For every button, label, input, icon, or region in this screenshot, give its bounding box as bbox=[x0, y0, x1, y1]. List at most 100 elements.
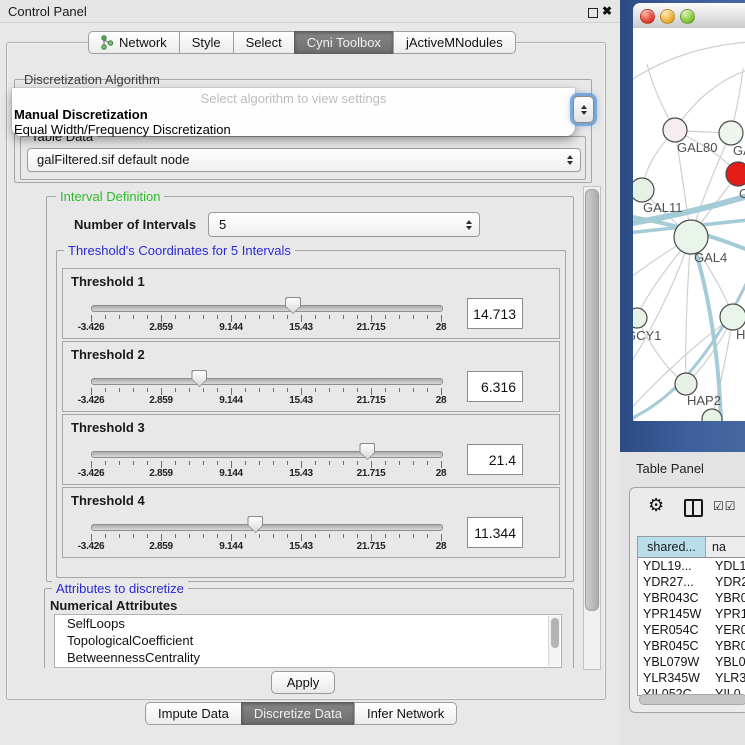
tab-style[interactable]: Style bbox=[179, 31, 234, 54]
tick bbox=[175, 388, 176, 392]
tab-select-label: Select bbox=[246, 32, 282, 53]
threshold-value-field-4[interactable]: 11.344 bbox=[467, 517, 523, 548]
attribute-item-topologicalcoefficient[interactable]: TopologicalCoefficient bbox=[55, 632, 561, 649]
node-hap2[interactable] bbox=[675, 373, 697, 395]
tick bbox=[287, 461, 288, 465]
tick bbox=[315, 461, 316, 465]
attributes-scrollbar[interactable] bbox=[548, 616, 560, 666]
scale-label: 28 bbox=[436, 322, 447, 333]
cell-shared-name: YPR145W bbox=[638, 606, 709, 622]
node-gal4[interactable] bbox=[674, 220, 708, 254]
tab-infer-network[interactable]: Infer Network bbox=[354, 702, 457, 725]
scale-label: 15.43 bbox=[289, 395, 313, 406]
threshold-slider-track-1[interactable] bbox=[91, 305, 443, 312]
scale-label: -3.426 bbox=[78, 541, 105, 552]
table-data-combo[interactable]: galFiltered.sif default node bbox=[27, 148, 581, 172]
tick bbox=[203, 461, 204, 465]
table-data-value: galFiltered.sif default node bbox=[37, 149, 189, 171]
table-row[interactable]: YLR345WYLR3 bbox=[638, 670, 745, 686]
tick bbox=[161, 315, 162, 322]
threshold-slider-track-4[interactable] bbox=[91, 524, 443, 531]
tick bbox=[245, 461, 246, 465]
table-row[interactable]: YBR045CYBR0 bbox=[638, 638, 745, 654]
threshold-value-field-1[interactable]: 14.713 bbox=[467, 298, 523, 329]
table-row[interactable]: YDL19...YDL1 bbox=[638, 558, 745, 574]
column-header-shared-name[interactable]: shared... bbox=[638, 537, 706, 557]
attribute-item-selfloops[interactable]: SelfLoops bbox=[55, 615, 561, 632]
tick bbox=[189, 388, 190, 392]
close-icon[interactable]: ✖ bbox=[602, 4, 612, 18]
cell-shared-name: YER054C bbox=[638, 622, 709, 638]
table-row[interactable]: YPR145WYPR1 bbox=[638, 606, 745, 622]
attribute-item-betweennesscentrality[interactable]: BetweennessCentrality bbox=[55, 649, 561, 666]
tick bbox=[105, 315, 106, 319]
attributes-scrollbar-thumb[interactable] bbox=[551, 618, 559, 648]
tick bbox=[133, 388, 134, 392]
table-row[interactable]: YDR27...YDR2 bbox=[638, 574, 745, 590]
threshold-value-field-2[interactable]: 6.316 bbox=[467, 371, 523, 402]
table-row[interactable]: YER054CYER0 bbox=[638, 622, 745, 638]
tick bbox=[203, 315, 204, 319]
panel-scrollbar-thumb[interactable] bbox=[585, 189, 599, 611]
threshold-slider-track-2[interactable] bbox=[91, 378, 443, 385]
node-gal80[interactable] bbox=[663, 118, 687, 142]
tab-jactivemnodules[interactable]: jActiveMNodules bbox=[393, 31, 516, 54]
svg-text:H: H bbox=[736, 327, 745, 342]
table-row[interactable]: YBR043CYBR0 bbox=[638, 590, 745, 606]
tab-discretize-data[interactable]: Discretize Data bbox=[241, 702, 355, 725]
node-gcy1[interactable] bbox=[633, 308, 647, 328]
table-hscrollbar-thumb[interactable] bbox=[639, 694, 745, 705]
apply-button[interactable]: Apply bbox=[271, 671, 335, 694]
threshold-value-field-3[interactable]: 21.4 bbox=[467, 444, 523, 475]
algorithm-combo-button[interactable] bbox=[573, 96, 594, 123]
tab-cyni-toolbox[interactable]: Cyni Toolbox bbox=[294, 31, 394, 54]
threshold-label-2: Threshold 2 bbox=[71, 347, 145, 362]
cell-name: YBR0 bbox=[709, 638, 745, 654]
table-panel-title: Table Panel bbox=[636, 461, 704, 476]
node-attribute-table[interactable]: shared... na YDL19...YDL1YDR27...YDR2YBR… bbox=[637, 536, 745, 696]
tick bbox=[259, 315, 260, 319]
screenshot-root: Control Panel ✖ NetworkStyleSelectCyni T… bbox=[0, 0, 745, 745]
slider-ticks bbox=[63, 315, 463, 323]
float-window-icon[interactable] bbox=[588, 8, 598, 18]
network-view-canvas[interactable]: GAL80 GA GAL11 C GAL4 GCY1 H HAP2 bbox=[633, 28, 745, 421]
tab-impute-data[interactable]: Impute Data bbox=[145, 702, 242, 725]
close-window-icon[interactable] bbox=[640, 9, 655, 24]
node-gal11[interactable] bbox=[633, 178, 654, 202]
threshold-slider-track-3[interactable] bbox=[91, 451, 443, 458]
dropdown-option-manual-discretization[interactable]: Manual Discretization bbox=[14, 107, 148, 123]
tab-network[interactable]: Network bbox=[88, 31, 180, 54]
zoom-window-icon[interactable] bbox=[680, 9, 695, 24]
cell-shared-name: YBR043C bbox=[638, 590, 709, 606]
svg-text:HAP2: HAP2 bbox=[687, 393, 721, 408]
tick bbox=[147, 534, 148, 538]
column-browser-icon[interactable] bbox=[684, 499, 703, 517]
minimize-window-icon[interactable] bbox=[660, 9, 675, 24]
svg-text:C: C bbox=[739, 186, 745, 201]
cell-shared-name: YLR345W bbox=[638, 670, 709, 686]
tick bbox=[371, 534, 372, 541]
number-of-intervals-spinner[interactable]: 5 bbox=[208, 212, 480, 237]
gear-icon[interactable]: ⚙ bbox=[648, 495, 664, 516]
slider-ticks bbox=[63, 534, 463, 542]
tick bbox=[203, 534, 204, 538]
tick bbox=[385, 534, 386, 538]
tick bbox=[91, 461, 92, 468]
tick bbox=[147, 461, 148, 465]
tick bbox=[175, 534, 176, 538]
network-window-titlebar[interactable] bbox=[633, 3, 745, 29]
tab-select[interactable]: Select bbox=[233, 31, 295, 54]
checkbox-pair-icon[interactable]: ☑☑ bbox=[713, 499, 737, 513]
node-selected-red[interactable] bbox=[726, 162, 745, 186]
dropdown-option-equal-width-frequency[interactable]: Equal Width/Frequency Discretization bbox=[14, 122, 231, 138]
numerical-attributes-list[interactable]: SelfLoopsTopologicalCoefficientBetweenne… bbox=[54, 614, 562, 668]
spinner-arrows-icon bbox=[466, 220, 472, 230]
table-row[interactable]: YBL079WYBL0 bbox=[638, 654, 745, 670]
node-top-right[interactable] bbox=[719, 121, 743, 145]
tick bbox=[231, 461, 232, 468]
tick bbox=[371, 315, 372, 322]
threshold-panel-2: Threshold 2-3.4262.8599.14415.4321.71528… bbox=[62, 341, 560, 412]
tick bbox=[203, 388, 204, 392]
column-header-name[interactable]: na bbox=[706, 537, 745, 557]
tick bbox=[105, 388, 106, 392]
